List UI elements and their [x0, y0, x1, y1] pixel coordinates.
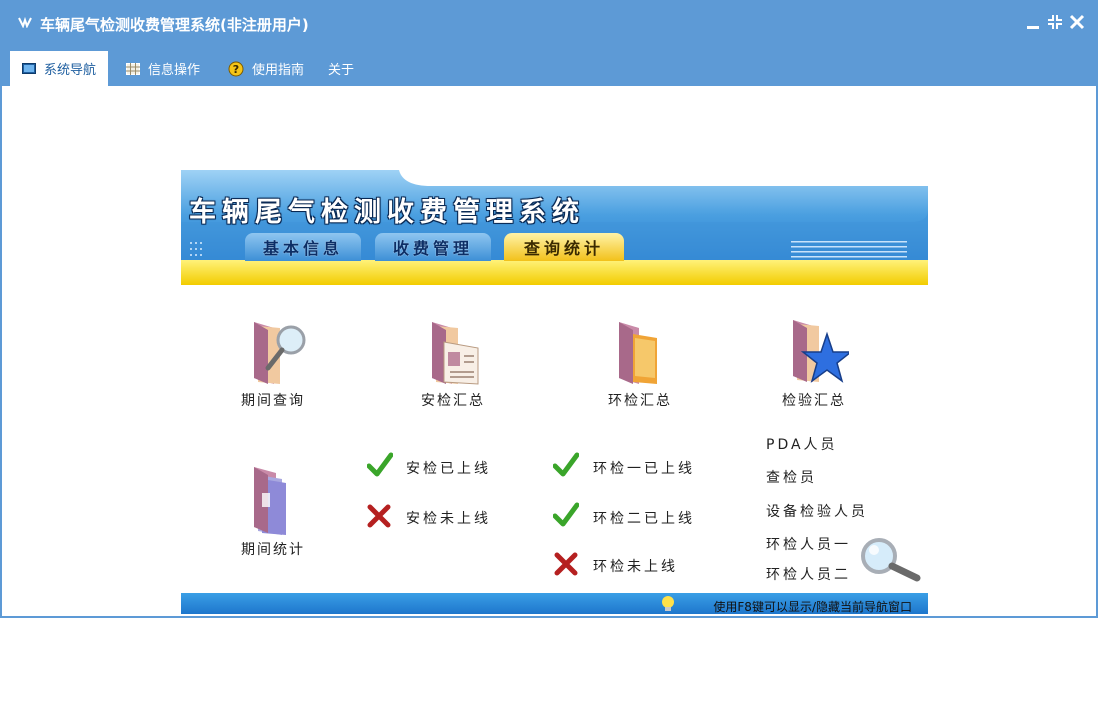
env-offline-status[interactable]: 环检未上线 — [593, 556, 678, 576]
tab-label: 关于 — [328, 63, 355, 78]
folder-documents-icon — [254, 467, 286, 535]
folder-star-icon — [793, 320, 854, 383]
env-line1-online-status[interactable]: 环检一已上线 — [593, 458, 695, 478]
tab-label: 使用指南 — [252, 63, 305, 78]
banner-tab-basic-info[interactable]: 基本信息 — [245, 233, 361, 261]
monitor-icon — [21, 62, 36, 75]
item-label: 期间统计 — [241, 542, 305, 558]
magnifier-icon — [857, 536, 923, 582]
env-summary-button[interactable]: 环检汇总 — [600, 318, 680, 410]
personnel-inspector[interactable]: 查检员 — [766, 467, 817, 487]
safety-online-status[interactable]: 安检已上线 — [406, 458, 491, 478]
check-icon — [552, 502, 580, 528]
banner-tab-query-statistics[interactable]: 查询统计 — [504, 233, 624, 261]
tab-system-navigation[interactable]: 系统导航 — [10, 51, 108, 86]
help-icon: ? — [228, 61, 244, 77]
status-hint: 使用F8键可以显示/隐藏当前导航窗口 — [713, 600, 912, 614]
tab-label: 系统导航 — [43, 63, 96, 78]
item-label: 环检汇总 — [608, 393, 672, 409]
safety-summary-button[interactable]: 安检汇总 — [413, 318, 493, 410]
folder-magnifier-icon — [254, 322, 306, 384]
item-label: 检验汇总 — [782, 393, 846, 409]
check-icon — [552, 452, 580, 478]
cross-icon — [554, 552, 578, 576]
tab-label: 信息操作 — [148, 63, 201, 78]
menu-bar: 系统导航 信息操作 ? 使用指南 关于 — [0, 44, 1098, 86]
period-statistics-button[interactable]: 期间统计 — [233, 465, 313, 559]
personnel-env-inspector-1[interactable]: 环检人员一 — [766, 534, 851, 554]
period-query-button[interactable]: 期间查询 — [233, 318, 313, 410]
personnel-equipment-inspector[interactable]: 设备检验人员 — [766, 501, 868, 521]
status-bar: 使用F8键可以显示/隐藏当前导航窗口 — [181, 593, 928, 614]
restore-icon[interactable] — [1046, 12, 1064, 32]
window-title: 车辆尾气检测收费管理系统(非注册用户) — [40, 16, 309, 34]
cross-icon — [367, 504, 391, 528]
env-line2-online-status[interactable]: 环检二已上线 — [593, 508, 695, 528]
banner-title: 车辆尾气检测收费管理系统 — [189, 197, 585, 228]
close-icon[interactable] — [1068, 12, 1086, 32]
personnel-env-inspector-2[interactable]: 环检人员二 — [766, 564, 851, 584]
personnel-pda[interactable]: PDA人员 — [766, 434, 838, 454]
lightbulb-icon — [661, 595, 675, 613]
tab-info-operations[interactable]: 信息操作 — [126, 51, 200, 86]
inspection-summary-button[interactable]: 检验汇总 — [774, 318, 854, 410]
check-icon — [366, 452, 394, 478]
safety-offline-status[interactable]: 安检未上线 — [406, 508, 491, 528]
navigation-panel: 车辆尾气检测收费管理系统 基本信息 收费管理 查询统计 期间查询 安检汇总 环检… — [181, 170, 928, 614]
item-label: 期间查询 — [241, 393, 305, 409]
folder-orange-icon — [619, 322, 657, 384]
tab-about[interactable]: 关于 — [328, 51, 354, 86]
svg-text:?: ? — [233, 63, 239, 76]
minimize-icon[interactable] — [1024, 12, 1042, 32]
app-logo-icon — [18, 16, 32, 29]
main-window: 车辆尾气检测收费管理系统(非注册用户) 系统导航 信息操作 ? 使用指南 关于 … — [0, 0, 1098, 618]
grid-icon — [126, 62, 140, 75]
tab-user-guide[interactable]: ? 使用指南 — [228, 51, 304, 86]
folder-card-icon — [432, 322, 479, 385]
title-bar: 车辆尾气检测收费管理系统(非注册用户) — [0, 0, 1098, 44]
item-label: 安检汇总 — [421, 393, 485, 409]
banner-tab-fee-management[interactable]: 收费管理 — [375, 233, 491, 261]
